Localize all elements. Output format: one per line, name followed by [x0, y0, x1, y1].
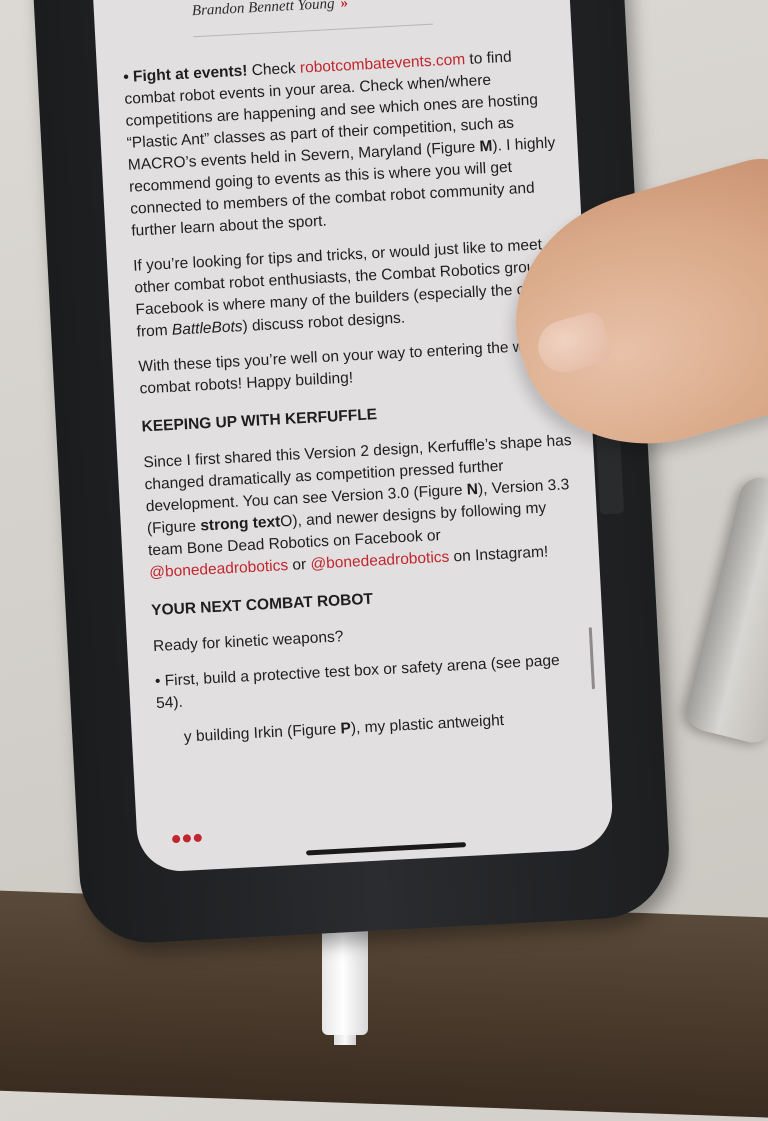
lightning-cable-connector — [322, 925, 368, 1035]
byline-divider — [193, 23, 434, 38]
chevron-right-icon[interactable]: » — [340, 0, 348, 11]
article-byline: Brandon Bennett Young » — [192, 0, 554, 20]
text-run: Check — [247, 59, 301, 80]
phone-side-button — [595, 431, 625, 515]
text-run: y building Irkin (Figure — [183, 720, 341, 746]
author-name[interactable]: Brandon Bennett Young — [192, 0, 335, 19]
scrollbar[interactable] — [588, 627, 595, 690]
facebook-link[interactable]: @bonedeadrobotics — [149, 557, 289, 581]
figure-ref: M — [479, 137, 493, 156]
paragraph-fight-at-events: • Fight at events! Check robotcombateven… — [123, 44, 566, 242]
events-link[interactable]: robotcombatevents.com — [299, 51, 465, 77]
heading-keeping-up: KEEPING UP WITH KERFUFFLE — [141, 406, 378, 436]
italic-title: BattleBots — [171, 318, 243, 339]
text-run: or — [287, 555, 311, 574]
bold-lead: Fight at events! — [132, 62, 248, 86]
text-run: ) discuss robot designs. — [242, 309, 406, 336]
figure-ref: strong text — [199, 513, 281, 535]
instagram-link[interactable]: @bonedeadrobotics — [310, 549, 450, 573]
heading-next-robot: YOUR NEXT COMBAT ROBOT — [150, 590, 374, 620]
home-indicator[interactable] — [306, 842, 467, 856]
article-body: Brandon Bennett Young » • Fight at events… — [119, 0, 592, 763]
paragraph-kerfuffle: Since I first shared this Version 2 desi… — [143, 430, 583, 585]
more-menu-icon[interactable]: ••• — [170, 822, 204, 855]
text-run: ), my plastic antweight — [350, 711, 505, 737]
paragraph-happy-building: With these tips you’re well on your way … — [138, 336, 568, 398]
figure-ref: N — [466, 480, 479, 499]
paragraph-tips: If you’re looking for tips and tricks, o… — [133, 233, 571, 344]
paragraph-test-box: • First, build a protective test box or … — [154, 651, 561, 713]
paragraph-irkin: y building Irkin (Figure P), my plastic … — [183, 705, 592, 748]
text-run: on Instagram! — [448, 543, 549, 566]
phone-screen: Brandon Bennett Young » • Fight at events… — [92, 0, 615, 874]
